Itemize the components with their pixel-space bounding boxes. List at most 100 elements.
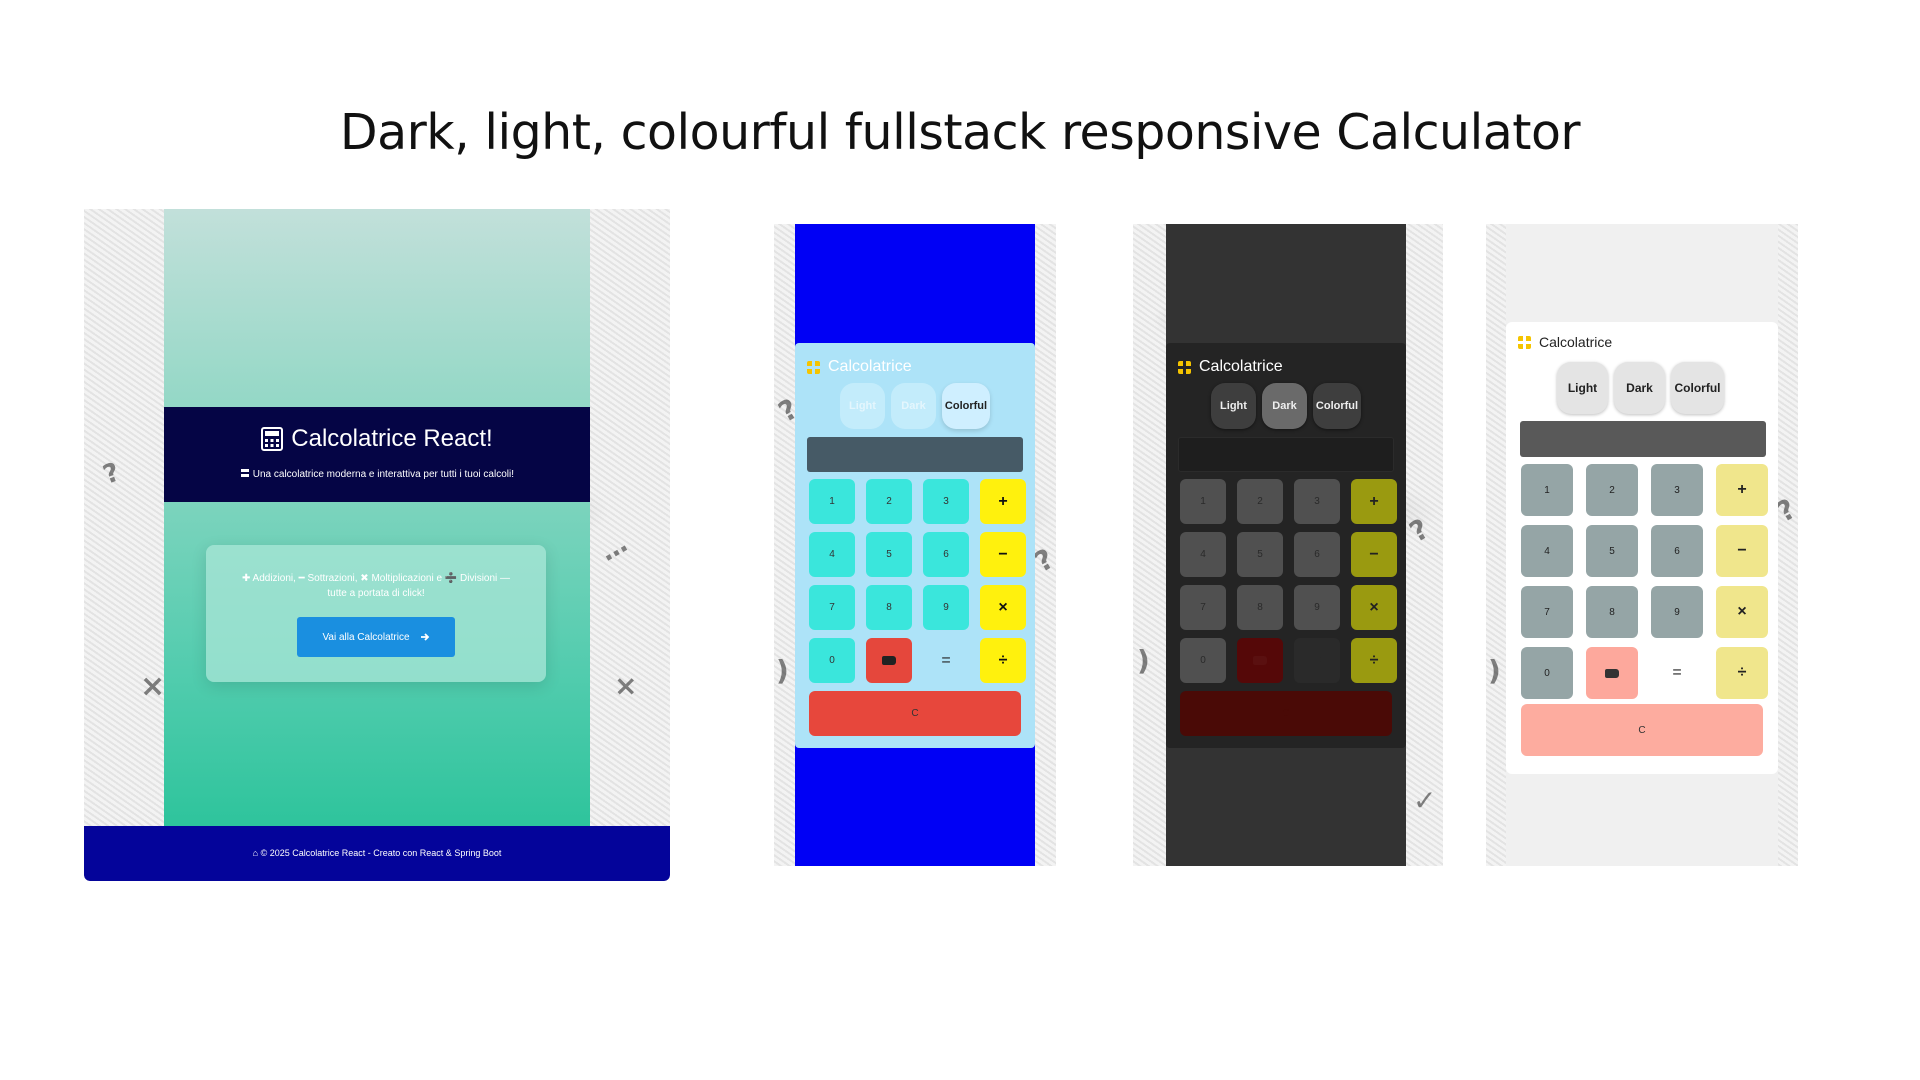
key-3[interactable]: 3	[1294, 479, 1340, 524]
backspace-button[interactable]	[866, 638, 912, 683]
equals-button[interactable]: =	[1294, 638, 1340, 683]
hero-subtitle: 〓 Una calcolatrice moderna e interattiva…	[164, 465, 590, 480]
key-9[interactable]: 9	[923, 585, 969, 630]
plus-button[interactable]: +	[980, 479, 1026, 524]
card-line-1: ✚ Addizioni, ━ Sottrazioni, ✖ Moltiplica…	[241, 573, 511, 584]
clear-button[interactable]: C	[1521, 704, 1763, 756]
hero-title-text: Calcolatrice React!	[291, 425, 493, 452]
calculator-icon	[261, 427, 284, 451]
theme-colorful-button[interactable]: Colorful	[1313, 383, 1361, 429]
backspace-icon	[882, 656, 896, 665]
keypad: 1 2 3 +4 5 6− 7 8 9 × 0 = ÷	[1521, 464, 1768, 699]
key-2[interactable]: 2	[1586, 464, 1638, 516]
theme-switcher: Light Dark Colorful	[1211, 383, 1361, 429]
card-description: ✚ Addizioni, ━ Sottrazioni, ✖ Moltiplica…	[236, 571, 516, 601]
card-line-2: tutte a portata di click!	[327, 588, 425, 599]
divide-button[interactable]: ÷	[1351, 638, 1397, 683]
backspace-button[interactable]	[1586, 647, 1638, 699]
equals-button[interactable]: =	[923, 638, 969, 683]
key-9[interactable]: 9	[1651, 586, 1703, 638]
key-6[interactable]: 6	[923, 532, 969, 577]
key-8[interactable]: 8	[1237, 585, 1283, 630]
plus-button[interactable]: +	[1351, 479, 1397, 524]
math-symbol-decoration: ?	[99, 457, 124, 491]
equals-icon: 〓	[239, 469, 253, 480]
key-1[interactable]: 1	[1180, 479, 1226, 524]
landing-page-screenshot: ? × ⋯ × Calcolatrice React! 〓 Una calcol…	[84, 209, 670, 881]
theme-colorful-button[interactable]: Colorful	[942, 383, 990, 429]
key-5[interactable]: 5	[1237, 532, 1283, 577]
multiply-button[interactable]: ×	[1351, 585, 1397, 630]
backspace-icon	[1253, 656, 1267, 665]
calculator: Calcolatrice Light Dark Colorful 1 2 3 +4 5 6…	[1166, 343, 1406, 748]
key-7[interactable]: 7	[1180, 585, 1226, 630]
key-0[interactable]: 0	[1521, 647, 1573, 699]
calculator-title-text: Calcolatrice	[1199, 358, 1283, 375]
key-7[interactable]: 7	[1521, 586, 1573, 638]
math-symbol-decoration: ⋯	[598, 534, 636, 574]
key-4[interactable]: 4	[1521, 525, 1573, 577]
calculator-display	[1520, 421, 1766, 457]
go-to-calculator-label: Vai alla Calcolatrice	[322, 631, 410, 643]
key-7[interactable]: 7	[809, 585, 855, 630]
key-4[interactable]: 4	[1180, 532, 1226, 577]
key-4[interactable]: 4	[809, 532, 855, 577]
calculator: Calcolatrice Light Dark Colorful 1 2 3 +4 5 6…	[795, 343, 1035, 748]
divide-button[interactable]: ÷	[1716, 647, 1768, 699]
math-symbol-decoration: ✓	[1413, 784, 1437, 817]
calculator-title: Calcolatrice	[1178, 358, 1283, 376]
key-0[interactable]: 0	[1180, 638, 1226, 683]
calculator-display	[1178, 437, 1394, 472]
key-3[interactable]: 3	[923, 479, 969, 524]
equals-button[interactable]: =	[1651, 647, 1703, 699]
theme-light-button[interactable]: Light	[1557, 362, 1608, 414]
plus-button[interactable]: +	[1716, 464, 1768, 516]
arrow-right-icon	[420, 633, 429, 641]
math-symbol-decoration: ×	[140, 669, 166, 704]
backspace-button[interactable]	[1237, 638, 1283, 683]
grid-icon	[1518, 335, 1531, 349]
calculator: Calcolatrice Light Dark Colorful 1 2 3 +4 5 6…	[1506, 322, 1778, 774]
key-6[interactable]: 6	[1651, 525, 1703, 577]
minus-button[interactable]: −	[1351, 532, 1397, 577]
theme-colorful-button[interactable]: Colorful	[1671, 362, 1724, 414]
minus-button[interactable]: −	[980, 532, 1026, 577]
clear-button[interactable]: C	[809, 691, 1021, 736]
hero-banner: Calcolatrice React! 〓 Una calcolatrice m…	[164, 407, 590, 502]
intro-card: ✚ Addizioni, ━ Sottrazioni, ✖ Moltiplica…	[206, 545, 546, 682]
minus-button[interactable]: −	[1716, 525, 1768, 577]
math-symbol-decoration: ?	[1403, 512, 1435, 549]
math-symbol-decoration: )	[776, 654, 789, 687]
site-footer: ⌂ © 2025 Calcolatrice React - Creato con…	[84, 826, 670, 881]
multiply-button[interactable]: ×	[1716, 586, 1768, 638]
hero-title: Calcolatrice React!	[164, 425, 590, 453]
theme-dark-button[interactable]: Dark	[1262, 383, 1307, 429]
key-1[interactable]: 1	[1521, 464, 1573, 516]
key-8[interactable]: 8	[1586, 586, 1638, 638]
key-1[interactable]: 1	[809, 479, 855, 524]
key-0[interactable]: 0	[809, 638, 855, 683]
colorful-theme-screenshot: ? ) ? Calcolatrice Light Dark Colorful 1…	[774, 224, 1056, 866]
theme-dark-button[interactable]: Dark	[891, 383, 936, 429]
key-5[interactable]: 5	[866, 532, 912, 577]
theme-dark-button[interactable]: Dark	[1614, 362, 1665, 414]
multiply-button[interactable]: ×	[980, 585, 1026, 630]
theme-switcher: Light Dark Colorful	[840, 383, 990, 429]
clear-button[interactable]: C	[1180, 691, 1392, 736]
key-9[interactable]: 9	[1294, 585, 1340, 630]
divide-button[interactable]: ÷	[980, 638, 1026, 683]
key-8[interactable]: 8	[866, 585, 912, 630]
key-6[interactable]: 6	[1294, 532, 1340, 577]
key-3[interactable]: 3	[1651, 464, 1703, 516]
key-5[interactable]: 5	[1586, 525, 1638, 577]
go-to-calculator-button[interactable]: Vai alla Calcolatrice	[297, 617, 455, 657]
key-2[interactable]: 2	[866, 479, 912, 524]
grid-icon	[807, 360, 820, 374]
grid-icon	[1178, 360, 1191, 374]
footer-text: © 2025 Calcolatrice React - Creato con R…	[260, 848, 502, 858]
math-symbol-decoration: ×	[614, 669, 638, 702]
theme-light-button[interactable]: Light	[1211, 383, 1256, 429]
theme-light-button[interactable]: Light	[840, 383, 885, 429]
key-2[interactable]: 2	[1237, 479, 1283, 524]
keypad: 1 2 3 +4 5 6− 7 8 9 × 0 = ÷	[1180, 479, 1397, 683]
